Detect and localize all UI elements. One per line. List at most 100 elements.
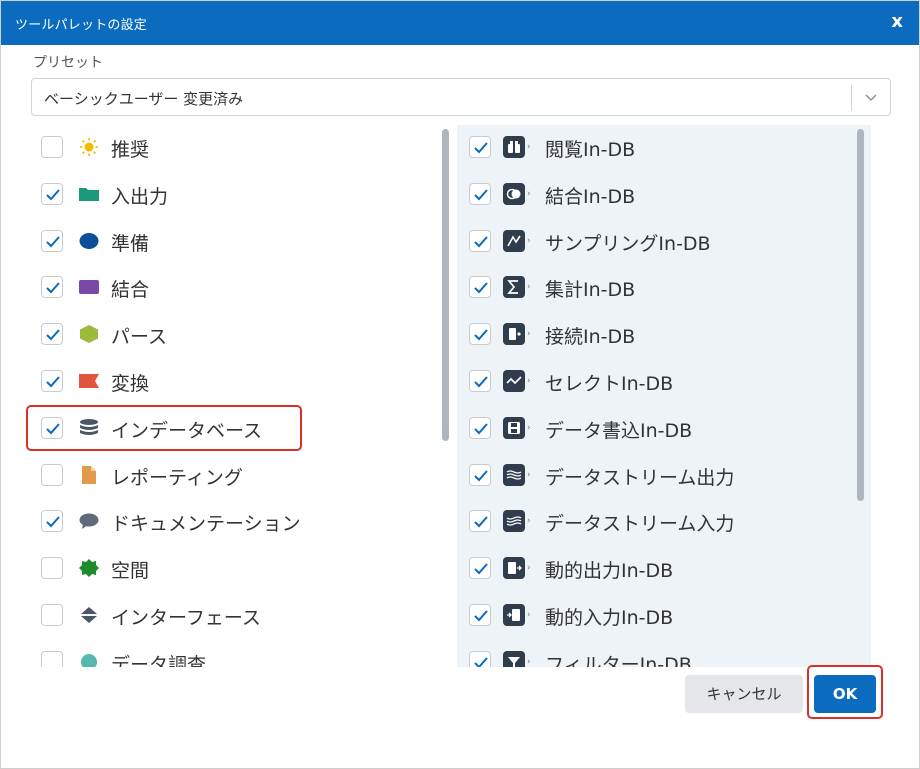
checkbox-unchecked[interactable] <box>41 557 63 580</box>
checkbox-unchecked[interactable] <box>41 650 63 667</box>
chevron-right-icon: › <box>527 282 531 293</box>
category-item[interactable]: データ調査 <box>23 640 443 667</box>
hexagon-icon <box>79 325 99 344</box>
checkbox-checked[interactable] <box>41 510 63 533</box>
checkbox-unchecked[interactable] <box>41 463 63 486</box>
tool-label: データストリーム入力 <box>545 513 735 536</box>
tool-palette-settings-dialog: ツールパレットの設定 x プリセット ベーシックユーザー 変更済み 推奨 入出力準… <box>0 0 920 769</box>
tool-item[interactable]: › セレクトIn-DB <box>457 359 857 405</box>
category-item[interactable]: 推奨 <box>23 125 443 169</box>
flag-icon <box>79 372 99 390</box>
category-label: ドキュメンテーション <box>111 513 301 536</box>
category-label: インターフェース <box>111 607 261 629</box>
category-label: パース <box>111 326 168 349</box>
chevron-right-icon: › <box>527 376 531 386</box>
checkbox-checked[interactable] <box>469 604 491 626</box>
checkbox-checked[interactable] <box>469 463 491 486</box>
tool-item[interactable]: › データ書込In-DB <box>457 406 857 452</box>
checkbox-checked[interactable] <box>469 276 491 299</box>
category-list-scrollbar[interactable] <box>442 129 449 441</box>
document-icon <box>79 465 99 484</box>
preset-selected-value: ベーシックユーザー 変更済み <box>44 90 244 108</box>
tool-list: › 閲覧In-DB › 結合In-DB › サンプリングIn-DB › 集計In-DB › 接続I… <box>457 125 871 667</box>
category-item[interactable]: 準備 <box>23 219 443 263</box>
checkbox-checked[interactable] <box>41 182 63 205</box>
category-item[interactable]: インデータベース <box>26 404 302 451</box>
chevron-down-icon[interactable] <box>861 87 881 107</box>
tool-label: セレクトIn-DB <box>545 373 674 395</box>
dynamic-output-icon <box>503 557 525 580</box>
tool-label: フィルターIn-DB <box>545 653 692 667</box>
close-icon[interactable]: x <box>891 11 903 32</box>
chevron-right-icon: › <box>527 516 531 527</box>
tool-item[interactable]: › 結合In-DB <box>457 172 857 218</box>
checkbox-checked[interactable] <box>469 323 491 346</box>
tool-item[interactable]: › 接続In-DB <box>457 312 857 358</box>
dynamic-input-icon <box>503 604 525 626</box>
category-label: 空間 <box>111 560 150 583</box>
category-label: 入出力 <box>111 185 169 208</box>
tool-item[interactable]: › 閲覧In-DB <box>457 125 857 171</box>
checkbox-checked[interactable] <box>469 136 491 158</box>
chevron-right-icon: › <box>527 235 531 246</box>
checkbox-checked[interactable] <box>469 557 491 580</box>
stream-out-icon <box>503 463 525 486</box>
chevron-right-icon: › <box>527 422 531 433</box>
dialog-title: ツールパレットの設定 <box>15 18 148 33</box>
chevron-right-icon: › <box>527 610 531 620</box>
preset-dropdown[interactable]: ベーシックユーザー 変更済み <box>31 78 891 116</box>
tool-label: サンプリングIn-DB <box>545 232 711 255</box>
checkbox-checked[interactable] <box>469 229 491 252</box>
checkbox-unchecked[interactable] <box>41 136 63 158</box>
filter-icon <box>503 650 525 667</box>
category-item[interactable]: レポーティング <box>23 453 443 497</box>
cancel-button[interactable]: キャンセル <box>685 675 803 713</box>
checkbox-unchecked[interactable] <box>41 604 63 626</box>
category-item[interactable]: パース <box>23 312 443 356</box>
checkbox-checked[interactable] <box>469 370 491 392</box>
tool-item[interactable]: › 動的出力In-DB <box>457 546 857 592</box>
checkbox-checked[interactable] <box>41 276 63 299</box>
checkbox-checked[interactable] <box>469 510 491 533</box>
sample-icon <box>503 229 525 252</box>
category-label: 変換 <box>111 373 150 395</box>
ok-button[interactable]: OK <box>814 675 876 713</box>
category-item[interactable]: インターフェース <box>23 593 443 637</box>
checkbox-checked[interactable] <box>41 416 63 439</box>
oval-icon <box>79 232 99 250</box>
tool-item[interactable]: › フィルターIn-DB <box>457 640 857 667</box>
checkbox-checked[interactable] <box>41 229 63 252</box>
category-label: 推奨 <box>111 139 150 161</box>
checkbox-checked[interactable] <box>469 650 491 667</box>
category-label: データ調査 <box>111 653 207 667</box>
tool-item[interactable]: › データストリーム出力 <box>457 453 857 499</box>
tool-item[interactable]: › データストリーム入力 <box>457 499 857 545</box>
chevron-right-icon: › <box>527 656 531 667</box>
checkbox-checked[interactable] <box>469 182 491 205</box>
category-item[interactable]: 入出力 <box>23 172 443 216</box>
tool-label: 動的入力In-DB <box>545 607 674 629</box>
square-icon <box>79 278 99 296</box>
checkbox-checked[interactable] <box>41 370 63 392</box>
folder-icon <box>79 185 99 203</box>
tool-label: 閲覧In-DB <box>545 139 636 161</box>
binoculars-icon <box>503 136 525 158</box>
category-label: インデータベース <box>111 419 263 442</box>
tool-list-scrollbar[interactable] <box>857 129 864 501</box>
chevron-right-icon: › <box>527 563 531 574</box>
sigma-icon <box>503 276 525 299</box>
category-item[interactable]: 空間 <box>23 546 443 590</box>
checkbox-checked[interactable] <box>469 416 491 439</box>
tool-item[interactable]: › 動的入力In-DB <box>457 593 857 639</box>
tool-item[interactable]: › 集計In-DB <box>457 265 857 311</box>
save-icon <box>503 416 525 439</box>
tool-label: 結合In-DB <box>545 185 636 208</box>
category-item[interactable]: ドキュメンテーション <box>23 499 443 543</box>
category-item[interactable]: 変換 <box>23 359 443 403</box>
tool-item[interactable]: › サンプリングIn-DB <box>457 219 857 265</box>
category-item[interactable]: 結合 <box>23 265 443 309</box>
chevron-right-icon: › <box>527 469 531 480</box>
checkbox-checked[interactable] <box>41 323 63 346</box>
sun-icon <box>79 138 99 156</box>
database-icon <box>79 418 99 437</box>
